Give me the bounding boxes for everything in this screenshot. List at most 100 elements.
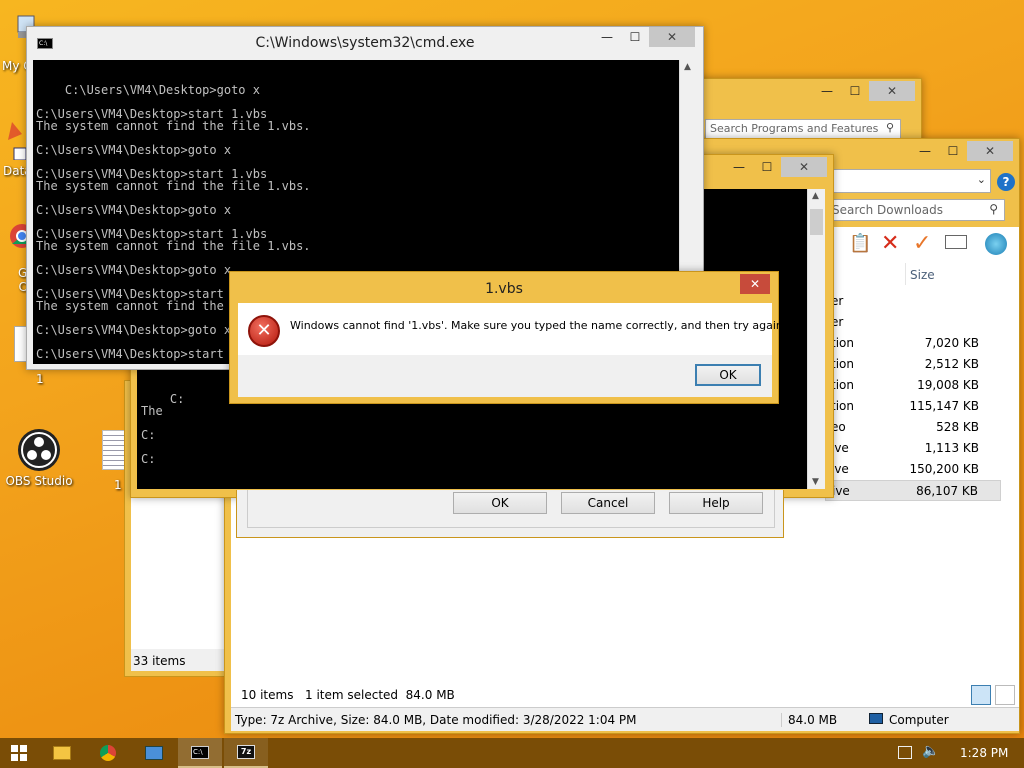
chevron-down-icon[interactable]: ⌄ xyxy=(977,173,986,186)
programs-search[interactable]: Search Programs and Features ⚲ xyxy=(705,119,901,139)
volume-icon[interactable]: 🔈 xyxy=(922,743,939,759)
control-panel-icon xyxy=(145,746,163,760)
column-header-size[interactable]: Size xyxy=(905,263,995,285)
address-bar[interactable]: ⌄ xyxy=(825,169,991,193)
status-bar: 10 items 1 item selected 84.0 MB xyxy=(231,683,1019,707)
start-button[interactable] xyxy=(0,738,38,768)
file-row[interactable]: tion 7,020 KB xyxy=(825,333,1001,354)
search-icon: ⚲ xyxy=(989,202,998,216)
scrollbar[interactable]: ▲ ▼ xyxy=(807,189,825,489)
maximize-button[interactable]: ☐ xyxy=(753,157,781,177)
file-type: tion xyxy=(831,378,854,392)
file-type: tion xyxy=(831,399,854,413)
windows-icon xyxy=(11,745,27,761)
file-row[interactable]: tion 2,512 KB xyxy=(825,354,1001,375)
file-size: 7,020 KB xyxy=(924,336,979,350)
help-button[interactable]: Help xyxy=(669,492,763,514)
error-message: Windows cannot find '1.vbs'. Make sure y… xyxy=(290,319,787,332)
file-size: 2,512 KB xyxy=(924,357,979,371)
file-size: 19,008 KB xyxy=(917,378,979,392)
clipboard-icon[interactable]: 📋 xyxy=(849,233,871,254)
close-button[interactable]: ✕ xyxy=(781,157,827,177)
computer-icon xyxy=(869,713,883,724)
file-row[interactable]: er xyxy=(825,312,1001,333)
taskbar-control-panel[interactable] xyxy=(132,738,176,768)
file-size: 86,107 KB xyxy=(916,484,978,498)
taskbar-chrome[interactable] xyxy=(86,738,130,768)
file-row[interactable]: ive 150,200 KB xyxy=(825,459,1001,480)
file-row[interactable]: tion 115,147 KB xyxy=(825,396,1001,417)
left-explorer-status: 33 items xyxy=(131,649,225,671)
dialog-title: 1.vbs xyxy=(485,281,523,297)
details-text: Type: 7z Archive, Size: 84.0 MB, Date mo… xyxy=(235,713,637,727)
close-button[interactable]: ✕ xyxy=(967,141,1013,161)
taskbar-7zip[interactable]: 7z xyxy=(224,738,268,768)
shortcut-icon xyxy=(0,120,27,161)
details-location: Computer xyxy=(889,713,949,727)
file-size: 115,147 KB xyxy=(909,399,979,413)
maximize-button[interactable]: ☐ xyxy=(841,81,869,101)
desktop-icon-label: 1 xyxy=(36,372,44,386)
delete-icon[interactable]: ✕ xyxy=(881,231,899,256)
file-type: tion xyxy=(831,357,854,371)
scroll-thumb[interactable] xyxy=(810,209,823,235)
cancel-button[interactable]: Cancel xyxy=(561,492,655,514)
file-row[interactable]: eo 528 KB xyxy=(825,417,1001,438)
file-size: 528 KB xyxy=(936,420,979,434)
text-file-icon xyxy=(102,430,126,470)
item-count: 33 items xyxy=(133,654,186,668)
minimize-button[interactable]: — xyxy=(725,157,753,177)
search-icon: ⚲ xyxy=(885,121,894,134)
obs-icon xyxy=(17,428,61,472)
details-size: 84.0 MB xyxy=(781,713,837,727)
maximize-button[interactable]: ☐ xyxy=(939,141,967,161)
minimize-button[interactable]: — xyxy=(593,27,621,47)
dialog-body: ✕ Windows cannot find '1.vbs'. Make sure… xyxy=(238,303,786,355)
search-input: Search Programs and Features xyxy=(710,122,879,135)
close-button[interactable]: ✕ xyxy=(869,81,915,101)
chrome-icon xyxy=(100,745,116,761)
size-header-label: Size xyxy=(910,268,935,282)
file-size: 150,200 KB xyxy=(909,462,979,476)
desktop-icon-obs[interactable]: OBS Studio xyxy=(4,428,74,488)
file-row[interactable]: ive 1,113 KB xyxy=(825,438,1001,459)
error-dialog: 1.vbs ✕ ✕ Windows cannot find '1.vbs'. M… xyxy=(229,271,786,404)
file-explorer-icon xyxy=(53,746,71,760)
taskbar-file-explorer[interactable] xyxy=(40,738,84,768)
file-type: ive xyxy=(832,484,850,498)
ok-button[interactable]: OK xyxy=(453,492,547,514)
taskbar-cmd[interactable]: C:\ xyxy=(178,738,222,768)
search-downloads[interactable]: Search Downloads ⚲ xyxy=(825,199,1005,221)
globe-icon[interactable] xyxy=(985,233,1007,255)
properties-dialog-back: OK Cancel Help xyxy=(236,490,784,538)
cmd-icon: C:\ xyxy=(191,745,209,759)
status-item-count: 10 items xyxy=(241,688,294,702)
close-button[interactable]: ✕ xyxy=(740,274,770,294)
clock[interactable]: 1:28 PM xyxy=(960,746,1008,760)
large-icons-view-icon[interactable] xyxy=(995,685,1015,705)
file-row[interactable]: tion 19,008 KB xyxy=(825,375,1001,396)
rename-icon[interactable] xyxy=(945,235,967,249)
network-icon[interactable] xyxy=(898,746,912,759)
explorer-toolbar: 📋 ✕ ✓ xyxy=(825,227,1019,263)
console-text: C: The C: C: xyxy=(141,392,185,466)
help-icon[interactable]: ? xyxy=(997,173,1015,191)
status-selection: 1 item selected 84.0 MB xyxy=(305,688,455,702)
minimize-button[interactable]: — xyxy=(813,81,841,101)
desktop-icon-label: 1 xyxy=(114,478,122,492)
file-row-selected[interactable]: ive 86,107 KB xyxy=(825,480,1001,501)
desktop-icon-1-text[interactable]: 1 xyxy=(96,430,126,492)
details-view-icon[interactable] xyxy=(971,685,991,705)
file-size: 1,113 KB xyxy=(924,441,979,455)
checkmark-icon[interactable]: ✓ xyxy=(913,231,931,256)
search-input: Search Downloads xyxy=(832,203,943,217)
7zip-icon: 7z xyxy=(237,745,255,759)
error-icon: ✕ xyxy=(248,315,280,347)
ok-button[interactable]: OK xyxy=(695,364,761,386)
desktop-icon-label: OBS Studio xyxy=(5,474,73,488)
maximize-button[interactable]: ☐ xyxy=(621,27,649,47)
file-row[interactable]: er xyxy=(825,291,1001,312)
file-type: tion xyxy=(831,336,854,350)
close-button[interactable]: ✕ xyxy=(649,27,695,47)
minimize-button[interactable]: — xyxy=(911,141,939,161)
